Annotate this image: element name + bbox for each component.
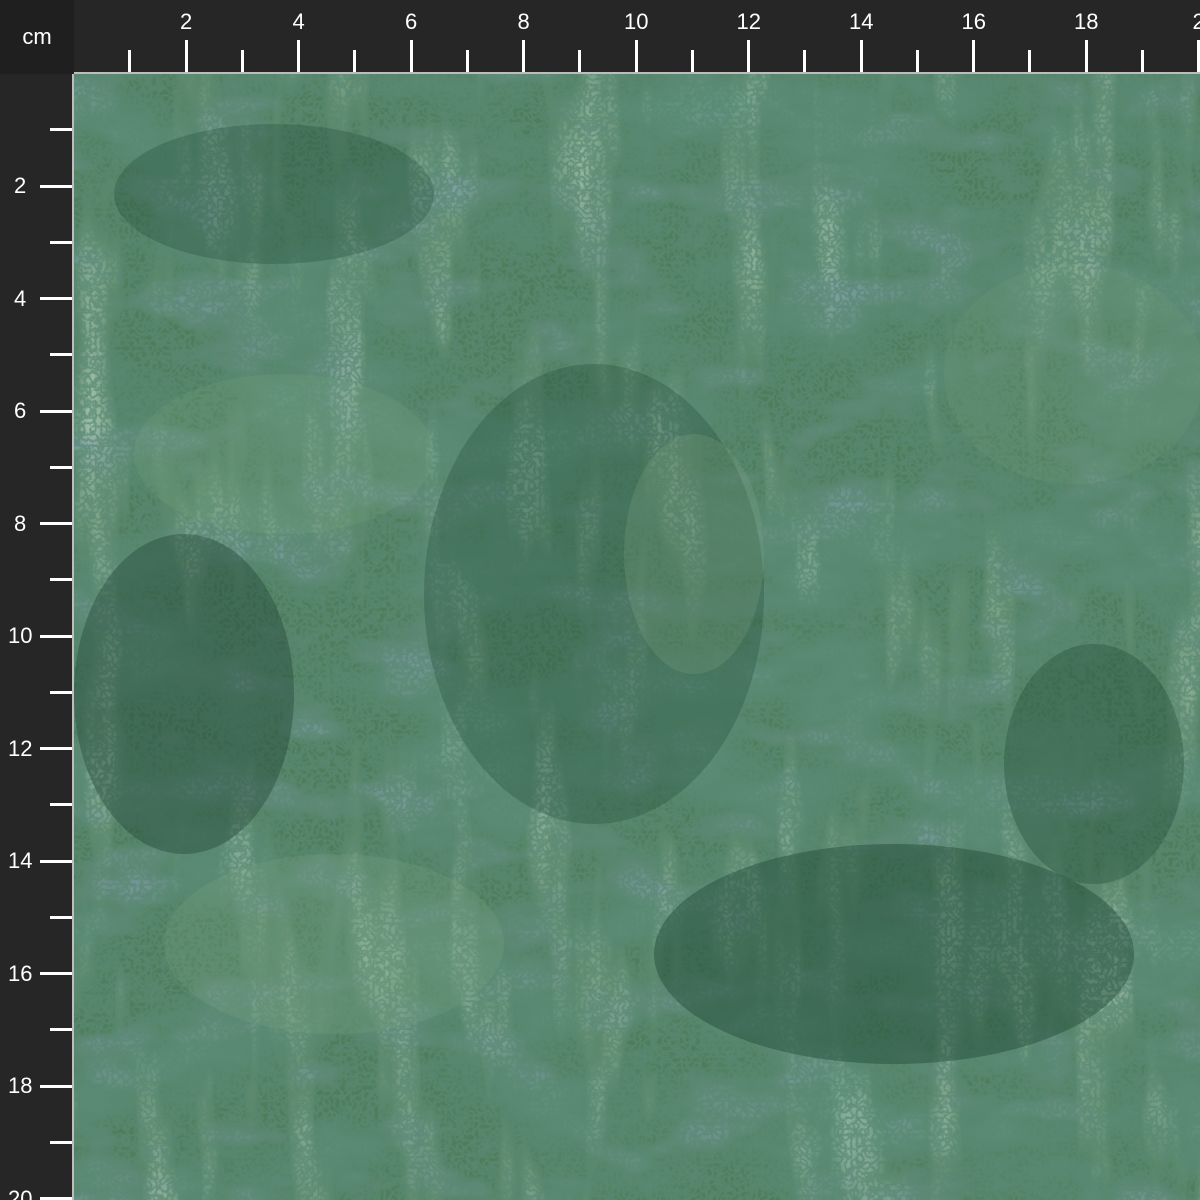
top-ruler-tick	[353, 50, 357, 72]
left-ruler-tick	[50, 353, 72, 357]
top-ruler-tick	[915, 50, 919, 72]
left-ruler-tick	[50, 803, 72, 807]
left-ruler-tick	[50, 1140, 72, 1144]
top-ruler-tick	[747, 40, 750, 72]
top-ruler-label: 6	[405, 9, 418, 34]
left-ruler-tick	[40, 409, 72, 413]
top-ruler-label: 10	[624, 9, 649, 34]
left-ruler-tick	[50, 240, 72, 244]
left-ruler: 2 4 6 8 10 12 14 16 18 20	[0, 74, 74, 1200]
top-ruler-label: 2	[1193, 11, 1200, 33]
top-ruler-tick	[522, 40, 525, 72]
left-ruler-tick	[50, 128, 72, 132]
left-ruler-label: 16	[8, 960, 33, 986]
top-ruler-label: 12	[736, 9, 761, 34]
left-ruler-tick	[40, 1084, 72, 1088]
top-ruler: 2 4 6 8 10 12 14 16 18 2	[74, 0, 1200, 74]
left-ruler-tick	[50, 690, 72, 694]
top-ruler-label: 14	[849, 9, 874, 34]
top-ruler-label: 2	[180, 9, 193, 34]
top-ruler-label: 4	[292, 9, 305, 34]
top-ruler-label: 16	[961, 9, 986, 34]
top-ruler-tick	[240, 50, 244, 72]
left-ruler-label: 10	[8, 623, 33, 648]
top-ruler-tick	[409, 40, 413, 72]
left-ruler-label: 6	[14, 398, 27, 423]
left-ruler-tick	[40, 297, 72, 300]
left-ruler-tick	[40, 634, 72, 638]
top-ruler-tick	[803, 50, 807, 72]
top-ruler-tick	[184, 40, 188, 72]
top-ruler-tick	[465, 50, 469, 72]
left-ruler-tick	[50, 578, 72, 582]
left-ruler-tick	[50, 1028, 72, 1032]
top-ruler-tick	[1028, 50, 1032, 72]
left-ruler-label: 18	[8, 1073, 33, 1098]
top-ruler-tick	[859, 40, 863, 72]
left-ruler-tick	[40, 859, 72, 863]
left-ruler-label: 4	[14, 285, 27, 311]
left-ruler-tick	[40, 522, 72, 525]
left-ruler-tick	[50, 465, 72, 469]
top-ruler-tick	[578, 50, 582, 72]
top-ruler-tick	[1084, 40, 1088, 72]
left-ruler-tick	[40, 747, 72, 750]
top-ruler-tick	[297, 40, 300, 72]
top-ruler-tick	[634, 40, 638, 72]
fabric-swatch-image	[74, 74, 1200, 1200]
left-ruler-tick	[40, 972, 72, 975]
top-ruler-tick	[128, 50, 132, 72]
left-ruler-label: 2	[14, 173, 27, 198]
top-ruler-tick	[1140, 50, 1144, 72]
left-ruler-label: 12	[8, 735, 33, 761]
top-ruler-label: 8	[517, 9, 530, 34]
unit-label: cm	[0, 0, 74, 74]
left-ruler-label: 8	[14, 510, 27, 536]
top-ruler-tick	[972, 40, 975, 72]
top-ruler-tick	[690, 50, 694, 72]
left-ruler-tick	[40, 184, 72, 188]
left-ruler-label: 14	[8, 848, 33, 873]
top-ruler-label: 18	[1074, 9, 1099, 34]
left-ruler-tick	[50, 915, 72, 919]
left-ruler-label: 20	[8, 1185, 33, 1200]
